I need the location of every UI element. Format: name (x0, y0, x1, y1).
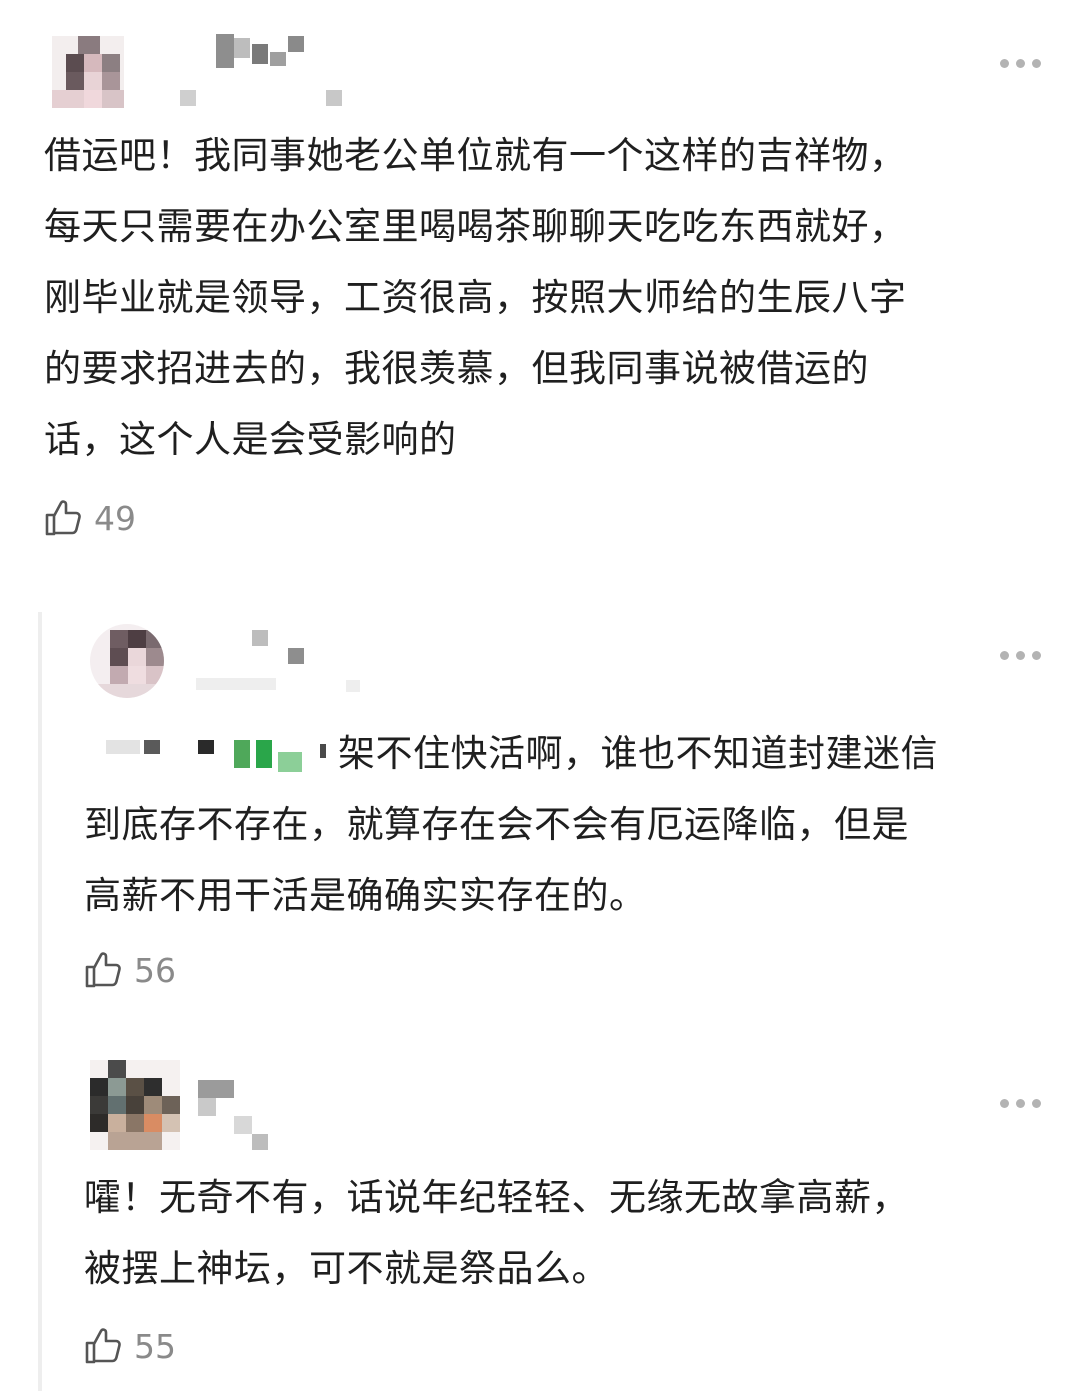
reply-text: 嚯！无奇不有，话说年纪轻轻、无缘无故拿高薪， 被摆上神坛，可不就是祭品么。 (84, 1176, 909, 1290)
like-count: 49 (94, 498, 136, 538)
like-button[interactable]: 55 (84, 1324, 176, 1368)
more-dots-icon[interactable] (1000, 1096, 1044, 1110)
reply-text-continued: 到底存不存在，就算存在会不会有厄运降临，但是 高薪不用干活是确确实实存在的。 (84, 803, 909, 917)
reply-thread-line (38, 612, 42, 1391)
like-count: 55 (134, 1326, 176, 1366)
like-button[interactable]: 56 (84, 948, 176, 992)
more-dots-icon[interactable] (1000, 56, 1044, 70)
more-dots-icon[interactable] (1000, 648, 1044, 662)
thumbs-up-icon (85, 952, 121, 988)
username[interactable] (196, 626, 366, 698)
thumbs-up-icon (45, 500, 81, 536)
reply-to-username[interactable] (106, 736, 338, 776)
reply-text: 架不住快活啊，谁也不知道封建迷信 (338, 732, 938, 775)
like-button[interactable]: 49 (44, 496, 136, 540)
avatar[interactable] (90, 1060, 180, 1150)
avatar[interactable] (90, 624, 164, 698)
avatar[interactable] (52, 36, 124, 108)
username[interactable] (196, 1078, 286, 1154)
comment-text: 借运吧！我同事她老公单位就有一个这样的吉祥物， 每天只需要在办公室里喝喝茶聊聊天… (44, 134, 907, 461)
username[interactable] (180, 34, 350, 110)
thumbs-up-icon (85, 1328, 121, 1364)
like-count: 56 (134, 950, 176, 990)
